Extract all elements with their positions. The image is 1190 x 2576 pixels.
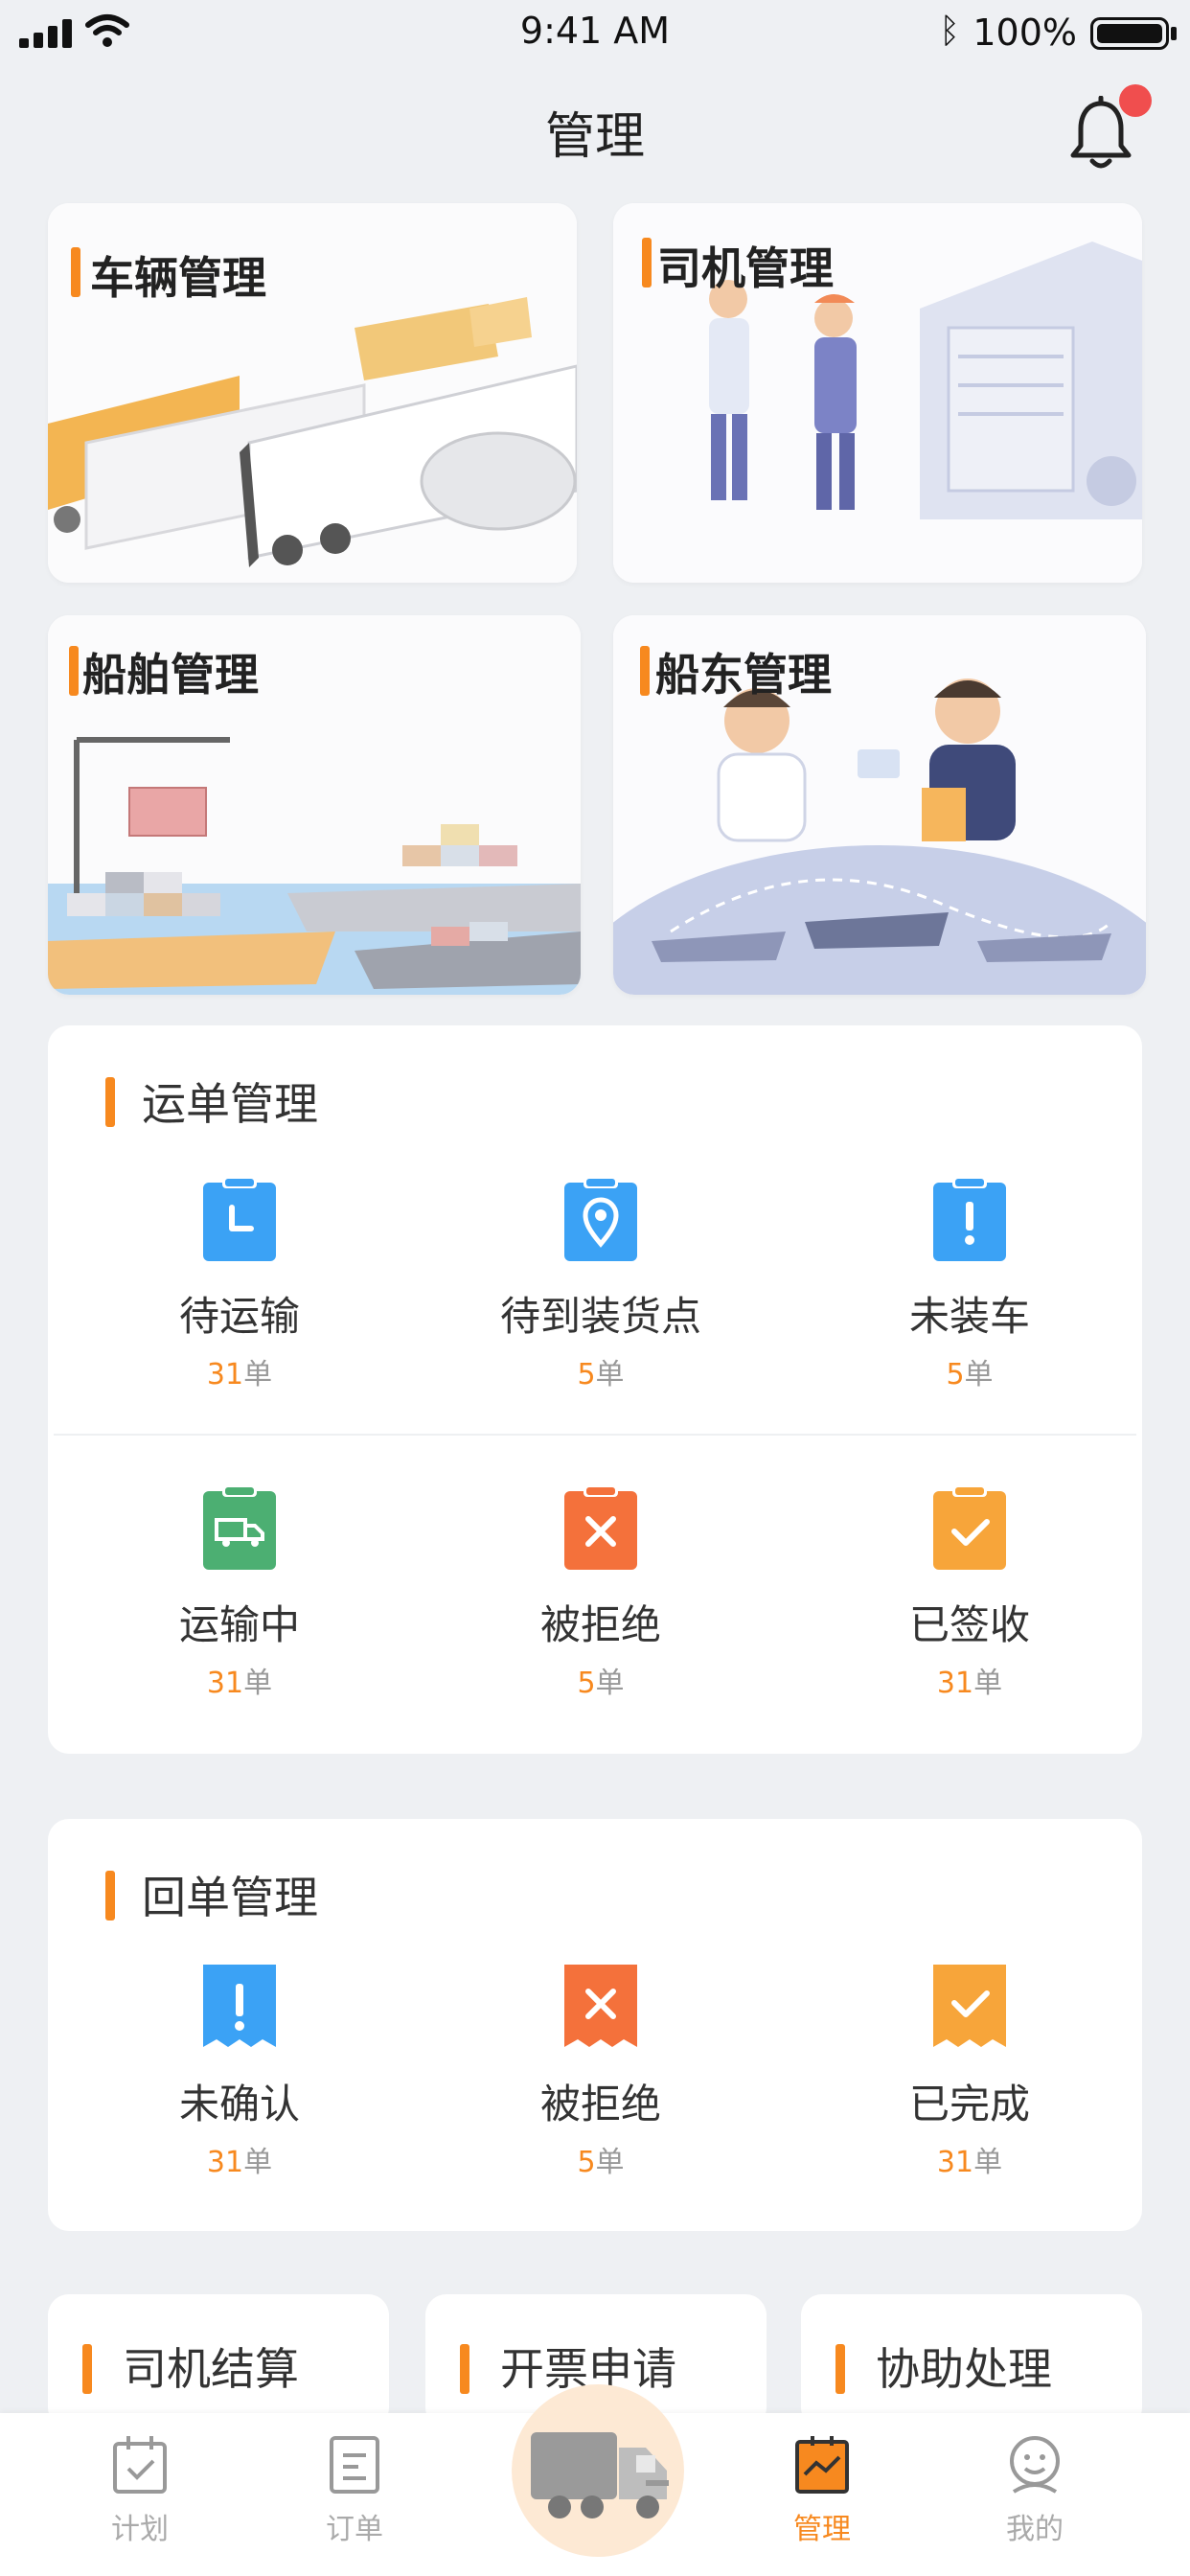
receipt-x-icon: [564, 1965, 637, 2047]
tile-count: 31单: [206, 1358, 273, 1392]
tile-label: 已签收: [908, 1601, 1030, 1648]
driver-settlement-card[interactable]: 司机结算: [48, 2294, 389, 2428]
section-title: 回单管理: [142, 1872, 318, 1923]
accent-bar: [69, 646, 79, 696]
center-truck-button[interactable]: [512, 2384, 684, 2557]
tile-label: 运输中: [178, 1601, 300, 1648]
truck-icon: [531, 2432, 669, 2518]
tile-count: 5单: [577, 1358, 625, 1392]
chart-board-icon: [795, 2436, 849, 2494]
receipt-completed[interactable]: 已完成 31单: [826, 1963, 1113, 2180]
receipt-rejected[interactable]: 被拒绝 5单: [457, 1963, 744, 2180]
status-bar: 9:41 AM ᛒ 100%: [0, 0, 1190, 77]
tile-count: 5单: [946, 1358, 994, 1392]
clipboard-x-icon: [564, 1485, 637, 1570]
clipboard-truck-icon: [203, 1485, 276, 1570]
card-label: 船东管理: [655, 649, 832, 701]
tile-count: 31单: [936, 2146, 1003, 2179]
tile-count: 5单: [577, 2146, 625, 2179]
ship-management-card[interactable]: 船舶管理: [48, 615, 581, 995]
bluetooth-icon: ᛒ: [939, 12, 960, 51]
tile-count: 31单: [206, 1667, 273, 1700]
receipt-unconfirmed[interactable]: 未确认 31单: [96, 1963, 383, 2180]
tab-label: 订单: [326, 2513, 383, 2546]
accent-bar: [835, 2344, 845, 2394]
user-icon: [1010, 2436, 1060, 2494]
tile-label: 已完成: [908, 2081, 1030, 2128]
battery-tip: [1171, 27, 1177, 40]
card-label: 车辆管理: [90, 252, 266, 304]
section-title: 运单管理: [142, 1078, 318, 1130]
card-label: 司机结算: [123, 2343, 299, 2395]
receipt-check-icon: [933, 1965, 1006, 2047]
vehicle-management-card[interactable]: 车辆管理: [48, 203, 577, 583]
tile-label: 未确认: [178, 2081, 300, 2128]
tab-label: 管理: [793, 2513, 851, 2546]
tab-label: 我的: [1006, 2513, 1064, 2546]
receipt-exclamation-icon: [203, 1965, 276, 2047]
clipboard-check-icon: [933, 1485, 1006, 1570]
driver-management-card[interactable]: 司机管理: [613, 203, 1142, 583]
tab-label: 计划: [111, 2513, 169, 2546]
page-title: 管理: [544, 108, 645, 166]
waybill-signed[interactable]: 已签收 31单: [826, 1484, 1113, 1701]
accent-bar: [82, 2344, 92, 2394]
tab-plan[interactable]: 计划: [63, 2434, 217, 2547]
waybill-rejected[interactable]: 被拒绝 5单: [457, 1484, 744, 1701]
clipboard-location-icon: [564, 1177, 637, 1261]
tile-count: 31单: [936, 1667, 1003, 1700]
battery-icon: [1090, 17, 1169, 50]
card-label: 协助处理: [876, 2343, 1052, 2395]
waybill-in-transit[interactable]: 运输中 31单: [96, 1484, 383, 1701]
tile-label: 待运输: [178, 1293, 300, 1340]
tile-label: 被拒绝: [539, 2081, 661, 2128]
accent-bar: [105, 1077, 115, 1127]
shipowner-management-card[interactable]: 船东管理: [613, 615, 1146, 995]
waybill-pending-transport[interactable]: 待运输 31单: [96, 1175, 383, 1392]
notification-dot: [1119, 84, 1152, 117]
tab-mine[interactable]: 我的: [958, 2434, 1111, 2547]
calendar-check-icon: [113, 2436, 167, 2494]
waybill-not-loaded[interactable]: 未装车 5单: [826, 1175, 1113, 1392]
clipboard-clock-icon: [203, 1177, 276, 1261]
accent-bar: [640, 646, 650, 696]
accent-bar: [71, 247, 80, 297]
tile-label: 未装车: [908, 1293, 1030, 1340]
accent-bar: [642, 238, 652, 288]
tab-management[interactable]: 管理: [745, 2434, 899, 2547]
accent-bar: [105, 1871, 115, 1920]
tile-count: 5单: [577, 1667, 625, 1700]
waybill-pending-arrival[interactable]: 待到装货点 5单: [457, 1175, 744, 1392]
document-icon: [330, 2436, 379, 2494]
tile-count: 31单: [206, 2146, 273, 2179]
assist-handling-card[interactable]: 协助处理: [801, 2294, 1142, 2428]
tab-orders[interactable]: 订单: [278, 2434, 431, 2547]
card-label: 司机管理: [657, 242, 834, 294]
section-divider: [54, 1434, 1136, 1436]
accent-bar: [460, 2344, 469, 2394]
tile-label: 被拒绝: [539, 1601, 661, 1648]
battery-percent: 100%: [973, 12, 1077, 54]
card-label: 船舶管理: [82, 649, 259, 701]
clipboard-exclamation-icon: [933, 1177, 1006, 1261]
tile-label: 待到装货点: [499, 1293, 701, 1340]
